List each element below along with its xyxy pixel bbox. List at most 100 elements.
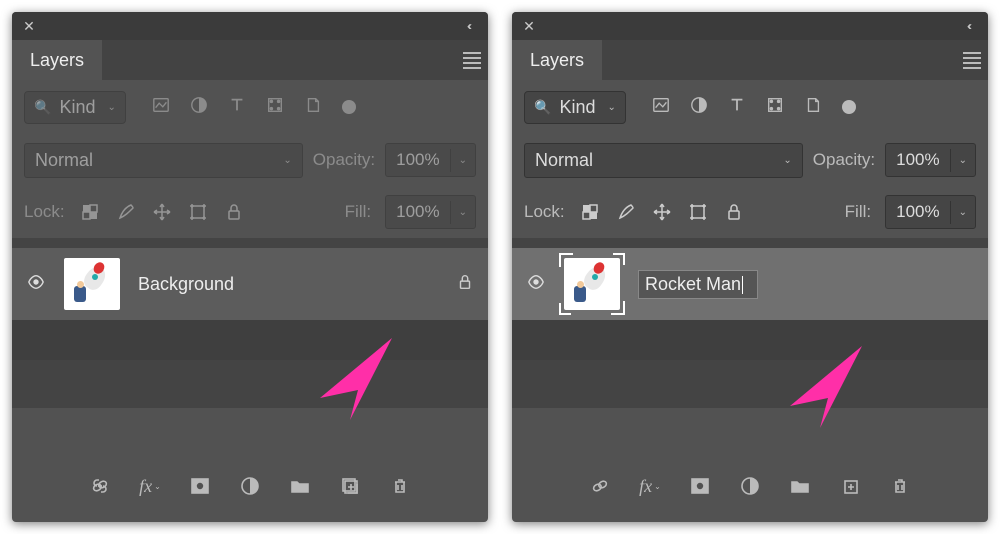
new-group-button[interactable]	[788, 474, 812, 498]
lock-buttons	[579, 201, 745, 223]
filter-kind-dropdown[interactable]: 🔍 Kind ⌄	[524, 91, 626, 124]
filter-kind-label: Kind	[559, 97, 595, 118]
lock-artboard-button[interactable]	[687, 201, 709, 223]
new-layer-button[interactable]	[838, 474, 862, 498]
fill-label: Fill:	[345, 202, 371, 222]
lock-label: Lock:	[524, 202, 565, 222]
filter-icons	[152, 96, 356, 119]
delete-layer-button[interactable]	[888, 474, 912, 498]
visibility-toggle[interactable]	[526, 273, 546, 296]
filter-adjustment-icon[interactable]	[190, 96, 208, 119]
filter-smartobject-icon[interactable]	[804, 96, 822, 119]
fx-icon: fx	[639, 476, 652, 497]
filter-toggle-dot[interactable]	[842, 100, 856, 114]
layer-actions-bar: fx⌄	[512, 466, 988, 506]
blend-mode-dropdown[interactable]: Normal ⌄	[524, 143, 803, 178]
layer-row-background[interactable]: Background	[12, 248, 488, 320]
opacity-label: Opacity:	[813, 150, 875, 170]
fill-value: 100%	[886, 196, 949, 228]
lock-artboard-button[interactable]	[187, 201, 209, 223]
tab-layers[interactable]: Layers	[512, 40, 602, 80]
chevron-down-icon: ⌄	[783, 155, 791, 166]
lock-all-button[interactable]	[723, 201, 745, 223]
filter-shape-icon[interactable]	[266, 96, 284, 119]
menu-icon	[463, 52, 481, 69]
layer-list: Rocket Man	[512, 238, 988, 408]
filter-type-icon[interactable]	[228, 96, 246, 119]
opacity-value: 100%	[386, 144, 449, 176]
layer-thumbnail[interactable]	[62, 256, 122, 312]
new-layer-button[interactable]	[338, 474, 362, 498]
layer-fx-button[interactable]: fx⌄	[138, 474, 162, 498]
blend-mode-dropdown[interactable]: Normal ⌄	[24, 143, 303, 178]
lock-transparency-button[interactable]	[579, 201, 601, 223]
lock-transparency-button[interactable]	[79, 201, 101, 223]
add-mask-button[interactable]	[188, 474, 212, 498]
link-layers-button[interactable]	[88, 474, 112, 498]
opacity-input[interactable]: 100% ⌄	[885, 143, 976, 177]
tab-layers[interactable]: Layers	[12, 40, 102, 80]
delete-layer-button[interactable]	[388, 474, 412, 498]
layer-thumbnail[interactable]	[562, 256, 622, 312]
filter-pixel-icon[interactable]	[652, 96, 670, 119]
chevron-down-icon: ⌄	[607, 102, 615, 113]
add-mask-button[interactable]	[688, 474, 712, 498]
fill-value: 100%	[386, 196, 449, 228]
layer-lock-icon[interactable]	[456, 273, 474, 296]
collapse-button[interactable]: ‹‹	[948, 12, 988, 40]
blend-mode-label: Normal	[535, 150, 593, 171]
blend-opacity-row: Normal ⌄ Opacity: 100% ⌄	[12, 134, 488, 186]
panel-menu-button[interactable]	[956, 40, 988, 80]
adjustment-layer-button[interactable]	[738, 474, 762, 498]
fill-input[interactable]: 100% ⌄	[885, 195, 976, 229]
filter-toggle-dot[interactable]	[342, 100, 356, 114]
filter-type-icon[interactable]	[728, 96, 746, 119]
empty-layer-area	[512, 320, 988, 360]
adjustment-layer-button[interactable]	[238, 474, 262, 498]
panel-menu-button[interactable]	[456, 40, 488, 80]
collapse-button[interactable]: ‹‹	[448, 12, 488, 40]
layer-row-rocket-man[interactable]: Rocket Man	[512, 248, 988, 320]
layer-actions-bar: fx⌄	[12, 466, 488, 506]
link-layers-button[interactable]	[588, 474, 612, 498]
layer-fx-button[interactable]: fx⌄	[638, 474, 662, 498]
filter-adjustment-icon[interactable]	[690, 96, 708, 119]
layer-name-label[interactable]: Background	[138, 274, 440, 295]
layer-list: Background	[12, 238, 488, 408]
fill-label: Fill:	[845, 202, 871, 222]
filter-kind-label: Kind	[59, 97, 95, 118]
lock-all-button[interactable]	[223, 201, 245, 223]
close-button[interactable]: ✕	[12, 12, 46, 40]
filter-smartobject-icon[interactable]	[304, 96, 322, 119]
lock-position-button[interactable]	[651, 201, 673, 223]
empty-layer-area	[12, 320, 488, 360]
close-button[interactable]: ✕	[512, 12, 546, 40]
menu-icon	[963, 52, 981, 69]
blend-mode-label: Normal	[35, 150, 93, 171]
lock-pixels-button[interactable]	[615, 201, 637, 223]
tab-header: Layers	[512, 40, 988, 80]
collapse-icon: ‹‹	[967, 19, 969, 33]
chevron-down-icon[interactable]: ⌄	[950, 149, 975, 172]
chevron-down-icon[interactable]: ⌄	[450, 201, 475, 224]
opacity-input[interactable]: 100% ⌄	[385, 143, 476, 177]
lock-position-button[interactable]	[151, 201, 173, 223]
layer-name-input[interactable]: Rocket Man	[638, 270, 758, 299]
filter-kind-dropdown[interactable]: 🔍 Kind ⌄	[24, 91, 126, 124]
tab-header: Layers	[12, 40, 488, 80]
collapse-icon: ‹‹	[467, 19, 469, 33]
opacity-value: 100%	[886, 144, 949, 176]
filter-shape-icon[interactable]	[766, 96, 784, 119]
fill-input[interactable]: 100% ⌄	[385, 195, 476, 229]
filter-pixel-icon[interactable]	[152, 96, 170, 119]
panel-chrome: ✕ ‹‹	[512, 12, 988, 40]
visibility-toggle[interactable]	[26, 273, 46, 296]
lock-buttons	[79, 201, 245, 223]
lock-fill-row: Lock: Fill: 100% ⌄	[12, 186, 488, 238]
new-group-button[interactable]	[288, 474, 312, 498]
panel-chrome: ✕ ‹‹	[12, 12, 488, 40]
lock-pixels-button[interactable]	[115, 201, 137, 223]
chevron-down-icon[interactable]: ⌄	[450, 149, 475, 172]
chevron-down-icon[interactable]: ⌄	[950, 201, 975, 224]
layer-filter-bar: 🔍 Kind ⌄	[512, 80, 988, 134]
